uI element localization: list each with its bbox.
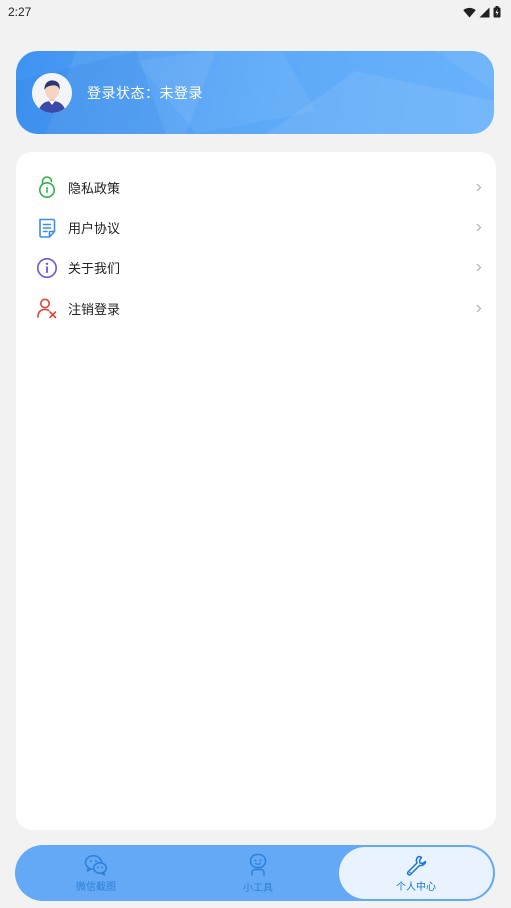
menu-item-label: 关于我们 [68,262,121,278]
tab-wechat-screenshot[interactable]: 微信截图 [15,847,177,899]
avatar-icon [32,72,72,113]
status-bar: 2:27 [0,0,511,24]
wechat-icon [84,854,108,876]
login-status-text: 登录状态：未登录 [87,85,203,102]
user-remove-icon [36,297,58,319]
info-icon [36,257,58,279]
menu-item-user-agreement[interactable]: 用户协议 [16,207,496,247]
tab-personal-center[interactable]: 个人中心 [339,847,493,899]
menu-item-privacy-policy[interactable]: 隐私政策 [16,167,496,207]
chevron-right-icon [474,263,484,273]
status-time: 2:27 [8,5,32,19]
robot-icon [249,853,267,875]
battery-icon [493,6,501,18]
menu-item-about-us[interactable]: 关于我们 [16,248,496,288]
wifi-icon [463,7,476,17]
menu-card: 隐私政策 用户协议 关于我们 注销登录 [16,152,496,830]
tab-label: 个人中心 [396,881,436,893]
chevron-right-icon [474,223,484,233]
menu-item-label: 用户协议 [68,222,121,238]
menu-item-label: 注销登录 [68,302,121,318]
bottom-tab-bar: 微信截图 小工具 个人中心 [15,845,495,901]
tab-tools[interactable]: 小工具 [177,847,339,899]
menu-item-label: 隐私政策 [68,181,121,197]
lock-icon [36,176,58,199]
chevron-right-icon [474,303,484,313]
wrench-icon [406,855,427,876]
tab-label: 小工具 [243,882,273,894]
document-icon [36,217,58,239]
menu-item-logout[interactable]: 注销登录 [16,288,496,328]
chevron-right-icon [474,182,484,192]
avatar[interactable] [32,72,72,113]
signal-icon [479,7,490,17]
status-icons [463,6,501,18]
tab-label: 微信截图 [76,881,116,893]
profile-card[interactable]: 登录状态：未登录 [16,51,494,134]
